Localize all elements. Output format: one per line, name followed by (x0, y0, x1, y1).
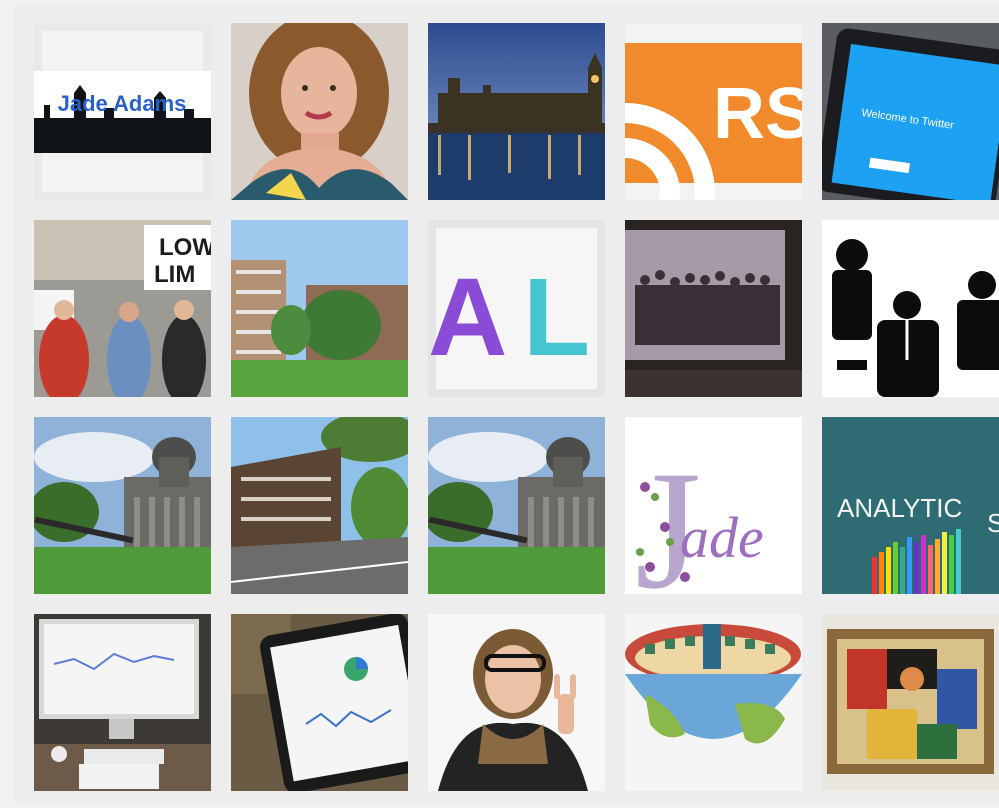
portrait-woman-image (231, 23, 408, 200)
gallery-tile-projected-crowd[interactable] (625, 220, 802, 397)
analytics-chalkboard-image: ANALYTIC S (822, 417, 999, 594)
housing-estate-image (231, 220, 408, 397)
gallery-tile-analytics-chalkboard[interactable]: ANALYTIC S (822, 417, 999, 594)
gallery-tile-business-silhouettes[interactable] (822, 220, 999, 397)
gallery-tile-portrait-woman[interactable] (231, 23, 408, 200)
gallery-tile-al-letters[interactable]: A L (428, 220, 605, 397)
letter-a: A (428, 256, 507, 379)
imperial-war-museum-image (34, 417, 211, 594)
analytics-text-2: S (987, 508, 999, 538)
protest-sign-text: LOW (159, 234, 211, 261)
gallery-tile-twitter-tablet[interactable]: Welcome to Twitter (822, 23, 999, 200)
gallery-tile-world-bowl[interactable] (625, 614, 802, 791)
tablet-analytics-image (231, 614, 408, 791)
imperial-war-museum-2-image (428, 417, 605, 594)
cubist-painting-image (822, 614, 999, 791)
letter-l: L (523, 256, 590, 379)
jade-floral-image: J ade (625, 417, 802, 594)
gallery-tile-jade-floral[interactable]: J ade (625, 417, 802, 594)
jade-script-text: ade (680, 505, 764, 570)
rss-logo-image: RS (625, 23, 802, 200)
gallery-tile-jade-adams-logo[interactable]: Jade Adams (34, 23, 211, 200)
protest-sign-text-2: LIM (154, 261, 195, 288)
gallery-tile-housing-estate[interactable] (231, 220, 408, 397)
gallery-tile-cubist-painting[interactable] (822, 614, 999, 791)
gallery-tile-woman-peace-sign[interactable] (428, 614, 605, 791)
jade-adams-logo-image: Jade Adams (34, 23, 211, 200)
gallery-tile-protest[interactable]: LOW LIM (34, 220, 211, 397)
gallery-tile-desktop-analytics[interactable] (34, 614, 211, 791)
analytics-text: ANALYTIC (837, 493, 962, 523)
world-bowl-image (625, 614, 802, 791)
jade-adams-text: Jade Adams (58, 91, 187, 116)
gallery-tile-imperial-war-museum[interactable] (34, 417, 211, 594)
al-letters-image: A L (428, 220, 605, 397)
woman-peace-sign-image (428, 614, 605, 791)
desktop-analytics-image (34, 614, 211, 791)
twitter-tablet-image: Welcome to Twitter (822, 23, 999, 200)
gallery-tile-apartment-block[interactable] (231, 417, 408, 594)
gallery-tile-imperial-war-museum-2[interactable] (428, 417, 605, 594)
london-parliament-image (428, 23, 605, 200)
projected-crowd-image (625, 220, 802, 397)
gallery-tile-london-parliament[interactable] (428, 23, 605, 200)
protest-image: LOW LIM (34, 220, 211, 397)
rss-text: RS (713, 74, 802, 154)
gallery-tile-tablet-analytics[interactable] (231, 614, 408, 791)
gallery-tile-rss-logo[interactable]: RS (625, 23, 802, 200)
business-silhouettes-image (822, 220, 999, 397)
apartment-block-image (231, 417, 408, 594)
